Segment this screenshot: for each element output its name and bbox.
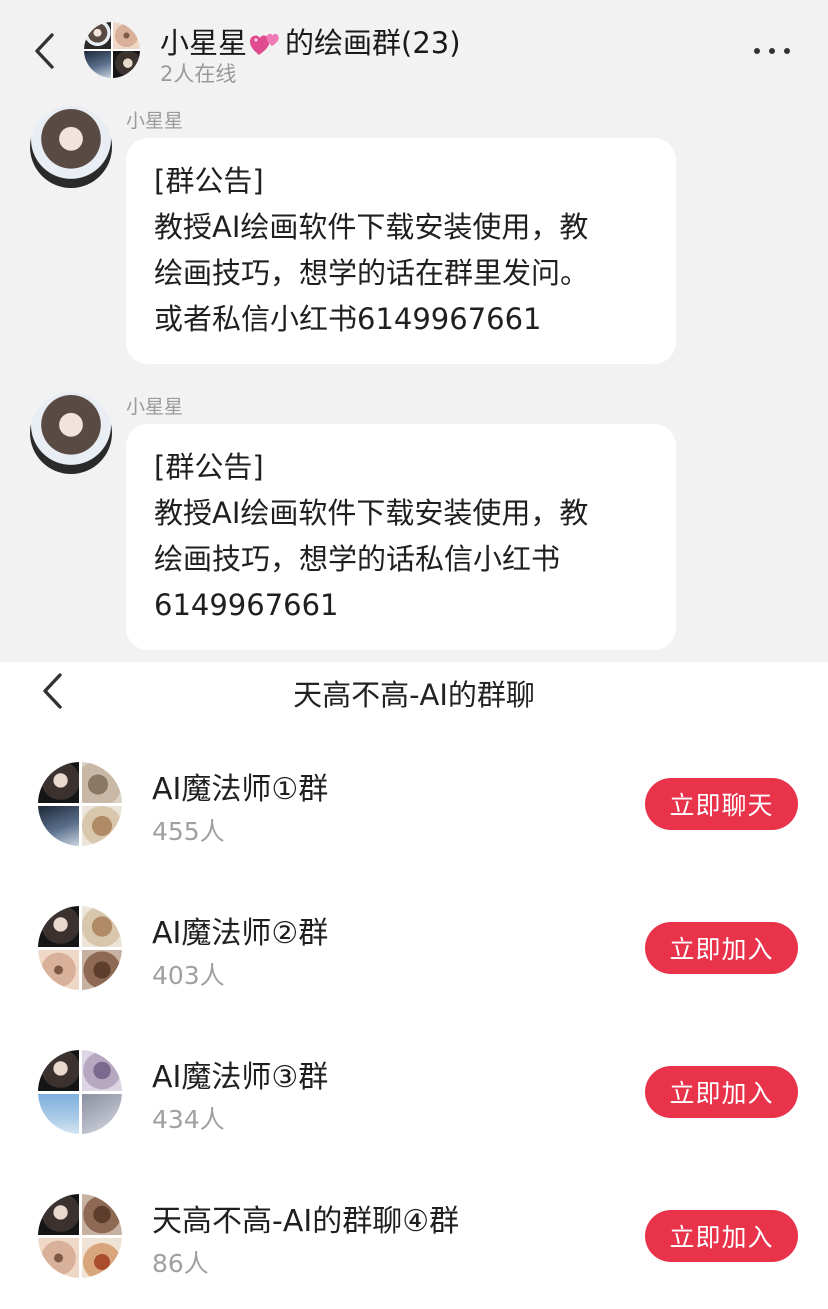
page-title: 天高不高-AI的群聊: [293, 678, 535, 712]
list-item[interactable]: AI魔法师②群 403人 立即加入: [0, 906, 828, 1016]
list-item[interactable]: AI魔法师①群 455人 立即聊天: [0, 762, 828, 872]
group-list-screen: 天高不高-AI的群聊 AI魔法师①群 455人 立即聊天 AI魔法师②群 403…: [0, 662, 828, 1309]
group-name: 天高不高-AI的群聊④群: [152, 1204, 460, 1239]
chat-now-button[interactable]: 立即聊天: [645, 778, 798, 830]
list-header: 天高不高-AI的群聊: [0, 662, 828, 722]
group-name: AI魔法师①群: [152, 772, 329, 807]
message-line: 教授AI绘画软件下载安装使用，教: [154, 210, 589, 244]
list-item[interactable]: 天高不高-AI的群聊④群 86人 立即加入: [0, 1194, 828, 1304]
group-name: AI魔法师③群: [152, 1060, 329, 1095]
avatar[interactable]: [30, 106, 112, 188]
list-item[interactable]: AI魔法师③群 434人 立即加入: [0, 1050, 828, 1160]
avatar[interactable]: [30, 392, 112, 474]
online-status: 2人在线: [160, 62, 237, 86]
message-line: 6149967661: [154, 588, 339, 622]
heart-emoji: [250, 33, 279, 55]
group-avatar: [38, 906, 122, 990]
sender-name: 小星星: [126, 110, 184, 132]
member-count: 455人: [152, 817, 225, 846]
member-count: 434人: [152, 1105, 225, 1134]
group-avatar[interactable]: [84, 22, 140, 78]
group-avatar: [38, 762, 122, 846]
chat-title-suffix: 的绘画群(23): [285, 26, 461, 60]
message-line: 绘画技巧，想学的话私信小红书: [154, 542, 561, 576]
more-icon[interactable]: [752, 36, 792, 66]
message-bubble[interactable]: [群公告] 教授AI绘画软件下载安装使用，教 绘画技巧，想学的话在群里发问。 或…: [126, 138, 676, 364]
member-count: 403人: [152, 961, 225, 990]
message-line: [群公告]: [154, 164, 264, 198]
sender-name: 小星星: [126, 396, 184, 418]
chat-title: 小星星 的绘画群(23): [160, 20, 461, 62]
message-line: 绘画技巧，想学的话在群里发问。: [154, 256, 590, 290]
group-avatar: [38, 1050, 122, 1134]
chat-header: 小星星 的绘画群(23) 2人在线: [0, 0, 828, 96]
message-line: 或者私信小红书6149967661: [154, 302, 542, 336]
message-line: [群公告]: [154, 450, 264, 484]
group-name: AI魔法师②群: [152, 916, 329, 951]
join-button[interactable]: 立即加入: [645, 922, 798, 974]
member-count: 86人: [152, 1249, 209, 1278]
back-arrow-icon[interactable]: [24, 26, 64, 76]
chat-title-name: 小星星: [160, 26, 248, 60]
group-avatar: [38, 1194, 122, 1278]
message-bubble[interactable]: [群公告] 教授AI绘画软件下载安装使用，教 绘画技巧，想学的话私信小红书 61…: [126, 424, 676, 650]
message-line: 教授AI绘画软件下载安装使用，教: [154, 496, 589, 530]
join-button[interactable]: 立即加入: [645, 1066, 798, 1118]
join-button[interactable]: 立即加入: [645, 1210, 798, 1262]
group-chat-screen: 小星星 的绘画群(23) 2人在线 小星星 [群公告] 教授AI绘画软件下载安装使…: [0, 0, 828, 662]
